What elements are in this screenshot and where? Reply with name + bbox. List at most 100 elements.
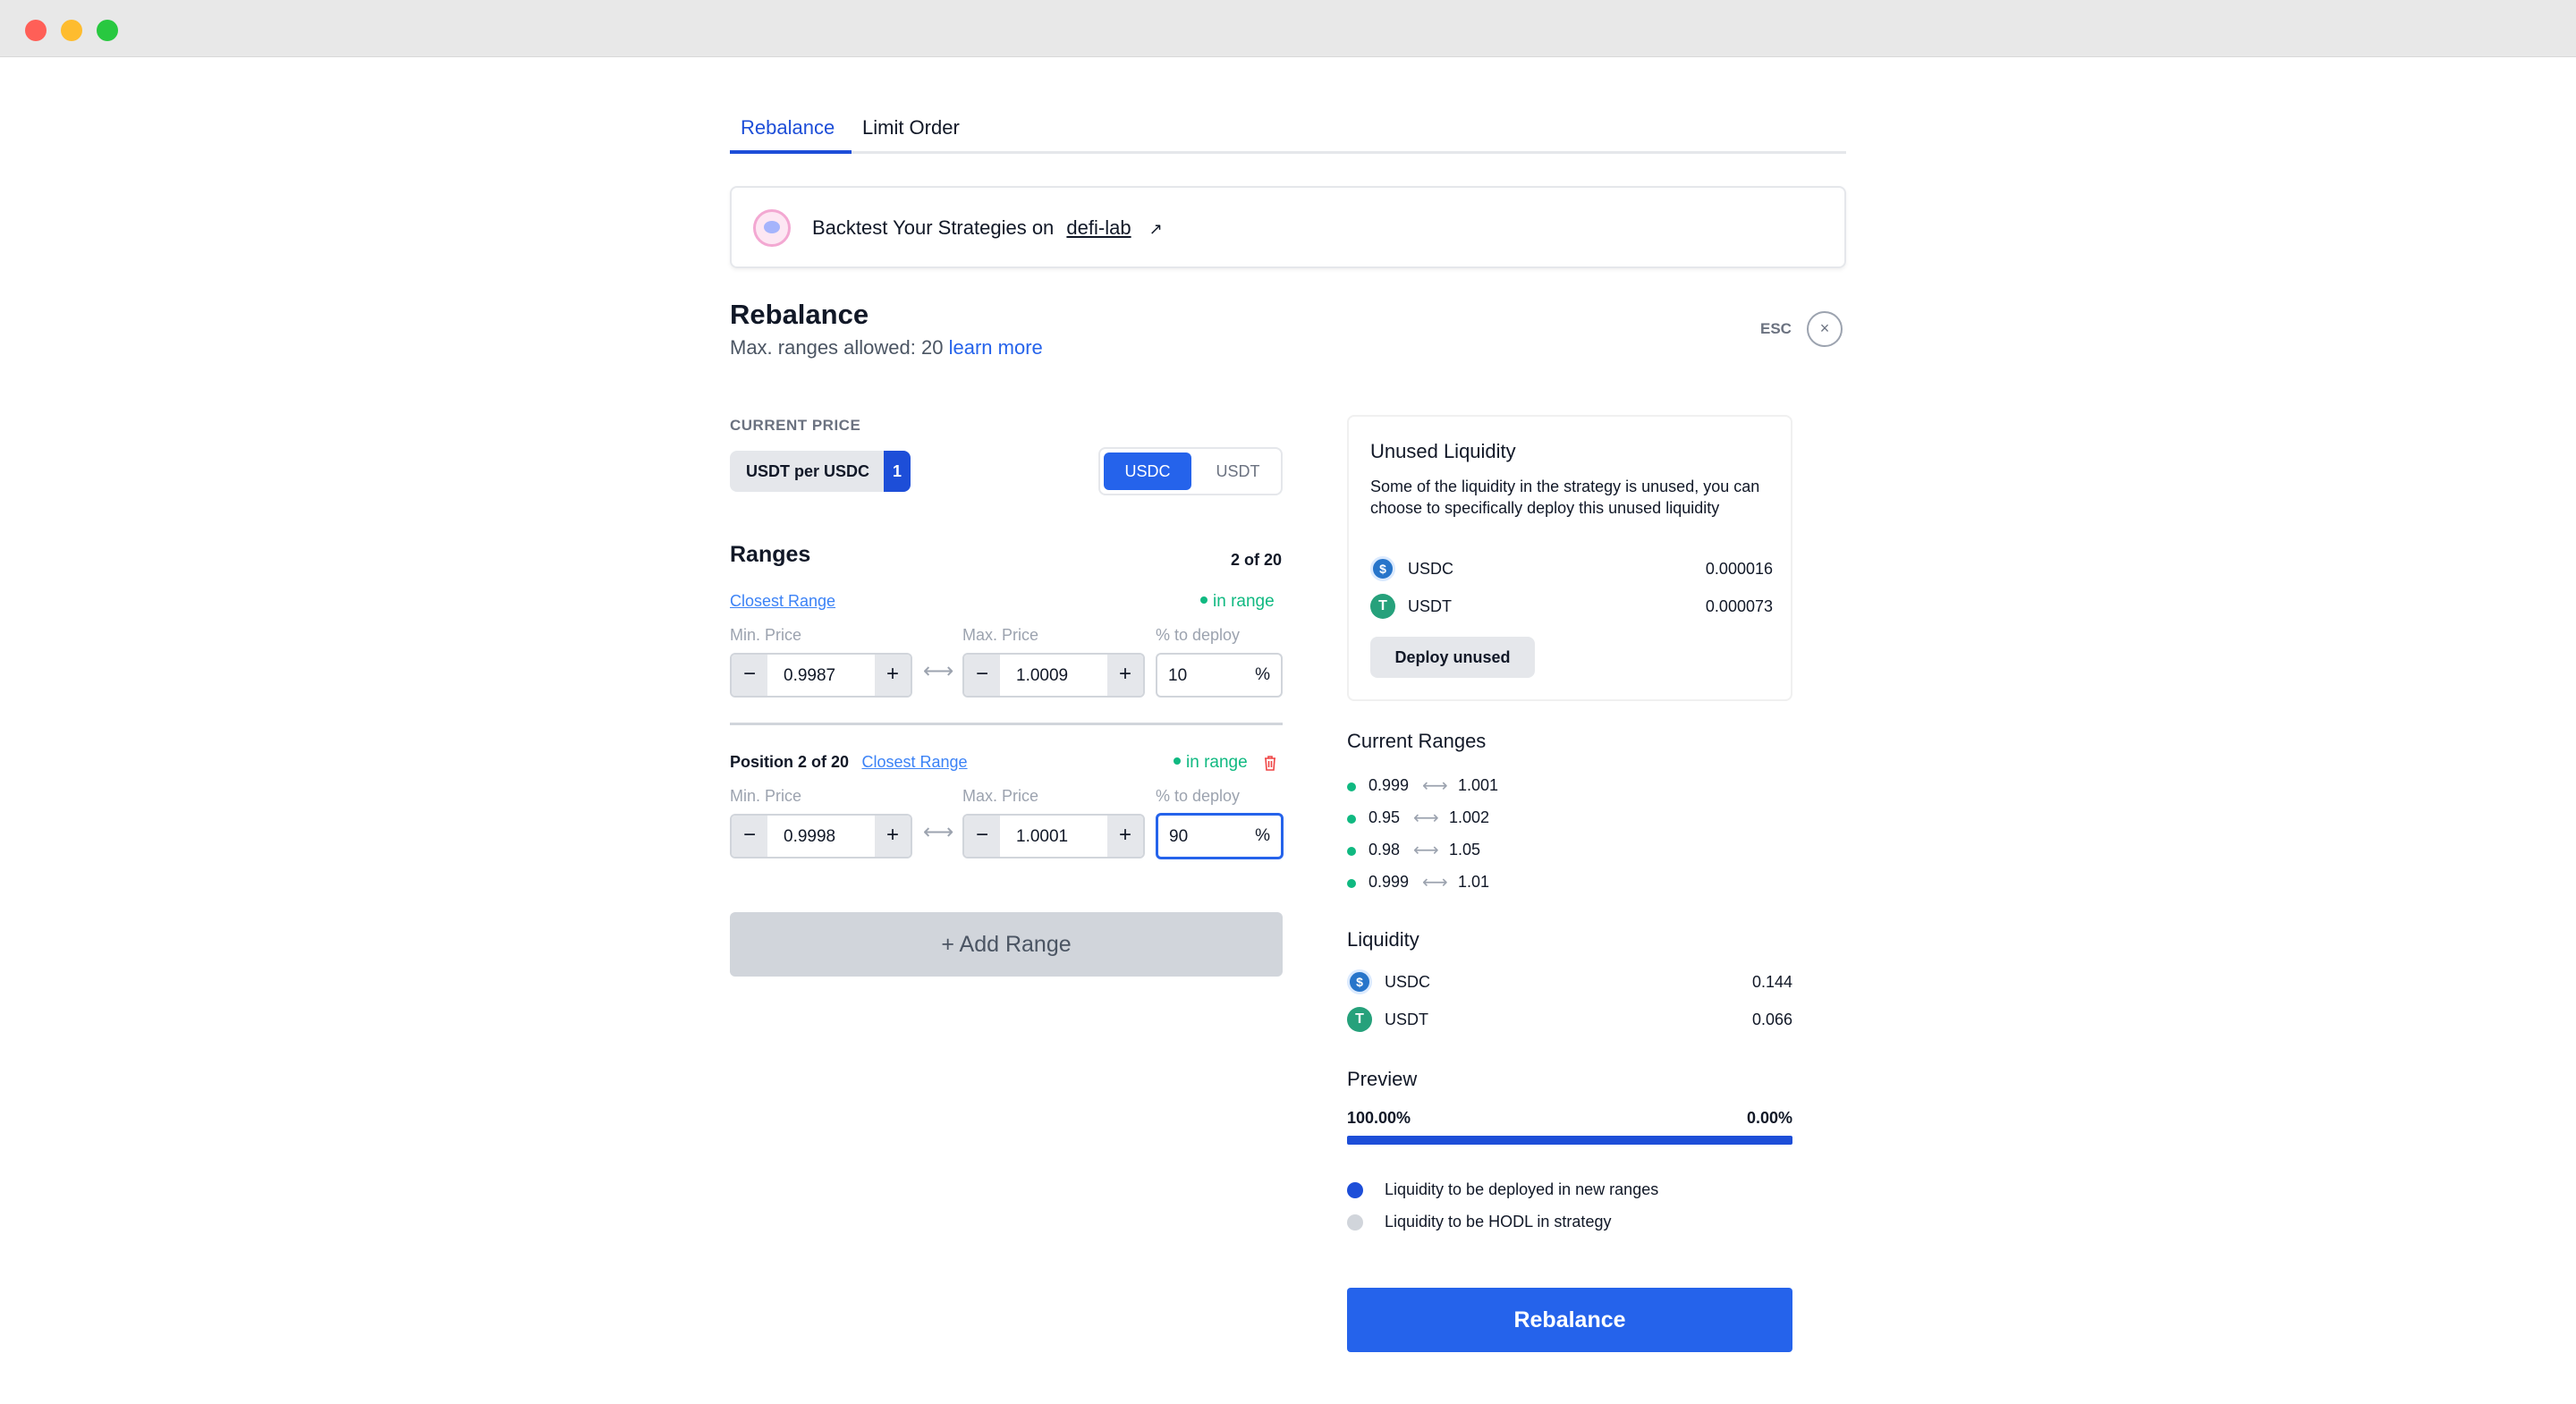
in-range-dot-icon [1174,757,1181,765]
range-1-max-input[interactable]: 1.0009 [1016,666,1068,686]
range-1-pct-value: 10 [1168,666,1188,685]
usdt-icon [1370,594,1395,619]
banner-text-line: Backtest Your Strategies on defi-lab ↗ [812,216,1163,240]
range-2-max-input[interactable]: 1.0001 [1016,827,1068,847]
maximize-window-button[interactable] [97,20,118,41]
range-1-pct-input[interactable]: 10 % [1156,653,1283,698]
range-1-min-decrement-button[interactable]: − [732,655,767,696]
unused-liquidity-description: Some of the liquidity in the strategy is… [1370,478,1760,517]
range-2-min-decrement-button[interactable]: − [732,816,767,857]
position-label: Position 2 of 20 [730,753,850,771]
usdt-icon [1347,1007,1372,1032]
range-1-min-increment-button[interactable]: + [875,655,911,696]
rebalance-submit-button[interactable]: Rebalance [1347,1288,1792,1352]
price-pair-label: USDT per USDC [730,451,886,492]
preview-hodl-pct: 0.00% [1746,1109,1792,1127]
range-arrow-icon: ⟷ [1413,808,1439,828]
range-min: 0.999 [1368,776,1410,794]
percent-symbol: % [1255,665,1270,684]
range-1-max-decrement-button[interactable]: − [964,655,1000,696]
closest-range-link-1[interactable]: Closest Range [730,592,835,611]
token-name: USDC [1385,973,1431,991]
in-range-dot-icon [1347,847,1356,856]
percent-symbol: % [1255,826,1270,845]
range-max: 1.01 [1458,873,1490,891]
preview-title: Preview [1347,1068,1418,1090]
token-amount: 0.000073 [1705,597,1773,615]
token-amount: 0.000016 [1705,560,1773,578]
range-2-max-label: Max. Price [962,787,1039,805]
deploy-unused-button[interactable]: Deploy unused [1370,637,1535,678]
closest-range-link-2[interactable]: Closest Range [861,753,967,771]
range-max: 1.002 [1449,808,1490,826]
in-range-dot-icon [1347,815,1356,824]
trash-icon[interactable] [1263,755,1277,771]
unused-token-row: USDC 0.000016 [1370,556,1773,583]
range-min: 0.999 [1368,873,1410,891]
learn-more-link[interactable]: learn more [949,336,1043,359]
range-2-min-input[interactable]: 0.9998 [784,827,835,847]
range-1-status: in range [1200,592,1275,612]
tab-limit-order[interactable]: Limit Order [862,116,960,140]
range-1-max-label: Max. Price [962,626,1039,644]
unused-token-row: USDT 0.000073 [1370,594,1773,621]
minimize-window-button[interactable] [61,20,82,41]
range-min: 0.98 [1368,841,1401,858]
legend-dot-icon [1347,1182,1363,1198]
token-toggle: USDC USDT [1098,447,1283,495]
external-link-icon[interactable]: ↗ [1149,220,1163,238]
usdc-icon [1370,556,1395,581]
current-price-value: 1 [884,451,911,492]
range-divider [730,723,1283,725]
range-min: 0.95 [1368,808,1401,826]
liquidity-title: Liquidity [1347,928,1419,951]
range-1-status-label: in range [1213,592,1275,611]
preview-deployed-pct: 100.00% [1347,1109,1411,1127]
token-amount: 0.066 [1751,1011,1792,1028]
esc-label: ESC [1760,320,1792,337]
ranges-title: Ranges [730,542,811,567]
range-2-pct-input[interactable]: 90 % [1156,813,1284,859]
window-titlebar [0,0,2576,57]
toggle-usdc[interactable]: USDC [1104,452,1191,490]
range-link-arrow-icon: ⟷ [923,820,954,844]
toggle-usdt[interactable]: USDT [1197,452,1279,490]
legend-dot-icon [1347,1214,1363,1231]
in-range-dot-icon [1200,596,1208,604]
ranges-count: 2 of 20 [1231,551,1283,569]
in-range-dot-icon [1347,879,1356,888]
range-2-max-stepper: − 1.0001 + [962,814,1145,858]
backtest-banner: Backtest Your Strategies on defi-lab ↗ [730,186,1846,268]
range-1-max-increment-button[interactable]: + [1107,655,1143,696]
tab-bar: Rebalance Limit Order [730,106,1846,154]
tab-rebalance[interactable]: Rebalance [741,116,835,140]
liquidity-token-row: USDC 0.144 [1347,969,1792,996]
range-arrow-icon: ⟷ [1422,873,1448,892]
preview-progress-bar [1347,1136,1792,1145]
current-price-label: CURRENT PRICE [730,417,861,434]
token-name: USDC [1408,560,1454,578]
range-arrow-icon: ⟷ [1413,841,1439,860]
range-1-min-input[interactable]: 0.9987 [784,666,835,686]
unused-liquidity-title: Unused Liquidity [1370,440,1516,462]
range-2-min-stepper: − 0.9998 + [730,814,912,858]
range-2-status-label: in range [1186,753,1248,772]
range-2-max-increment-button[interactable]: + [1107,816,1143,857]
in-range-dot-icon [1347,782,1356,791]
liquidity-token-row: USDT 0.066 [1347,1007,1792,1034]
token-name: USDT [1408,597,1452,615]
range-max: 1.001 [1458,776,1499,794]
token-name: USDT [1385,1011,1428,1028]
range-1-pct-label: % to deploy [1156,626,1241,644]
range-1-min-stepper: − 0.9987 + [730,653,912,698]
usdc-icon [1347,969,1372,994]
page-title: Rebalance [730,299,869,330]
defi-lab-link[interactable]: defi-lab [1066,216,1131,239]
close-window-button[interactable] [25,20,47,41]
add-range-button[interactable]: + Add Range [730,912,1283,977]
unused-liquidity-card: Unused Liquidity Some of the liquidity i… [1347,415,1792,701]
close-icon[interactable]: × [1807,311,1843,347]
range-2-max-decrement-button[interactable]: − [964,816,1000,857]
range-2-min-increment-button[interactable]: + [875,816,911,857]
token-amount: 0.144 [1751,973,1792,991]
